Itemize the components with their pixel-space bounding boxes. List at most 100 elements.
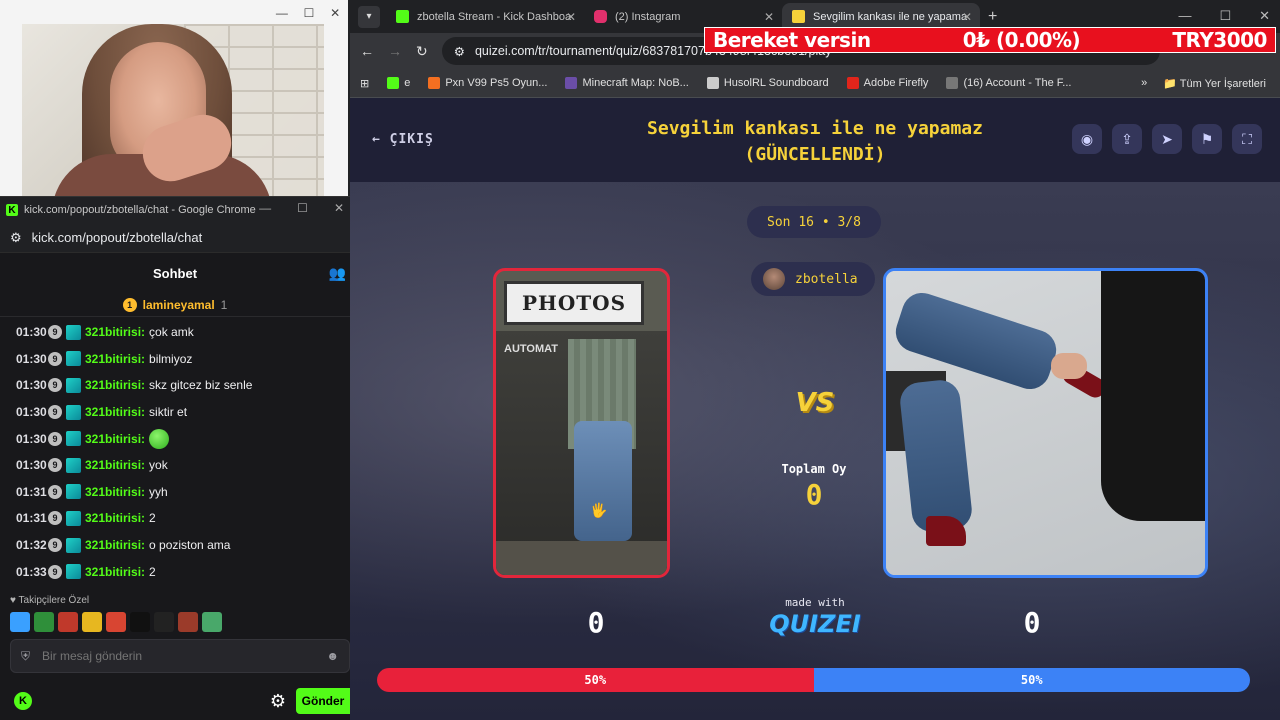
minimize-icon[interactable]: —	[1178, 8, 1191, 24]
quiz-title-line2: (GÜNCELLENDİ)	[744, 144, 886, 165]
user-badge-icon	[66, 404, 81, 420]
message-username[interactable]: 321bitirisi:	[85, 352, 145, 366]
donation-ticker-overlay: Bereket versin 0₺ (0.00%) TRY3000	[704, 27, 1276, 53]
bookmark-item[interactable]: (16) Account - The F...	[946, 77, 1071, 89]
quiz-page: ← ÇIKIŞ Sevgilim kankası ile ne yapamaz …	[350, 98, 1280, 720]
bookmark-item[interactable]: Pxn V99 Ps5 Oyun...	[428, 77, 547, 89]
quiz-title: Sevgilim kankası ile ne yapamaz (GÜNCELL…	[600, 116, 1030, 168]
send-button[interactable]: Gönder	[296, 688, 350, 714]
option-card-right[interactable]	[883, 268, 1208, 578]
minimize-icon[interactable]: —	[259, 201, 271, 215]
maximize-icon[interactable]: ☐	[297, 201, 308, 215]
bookmark-item[interactable]: e	[387, 77, 410, 89]
message-text: yyh	[149, 484, 168, 499]
site-settings-icon[interactable]: ⚙	[10, 230, 22, 246]
gear-icon[interactable]: ⚙	[270, 691, 286, 712]
message-username[interactable]: 321bitirisi:	[85, 325, 145, 339]
emote-icon[interactable]	[154, 611, 174, 632]
avatar	[763, 268, 785, 290]
message-username[interactable]: 321bitirisi:	[85, 458, 145, 472]
eye-icon[interactable]: ◉	[1072, 124, 1102, 154]
chat-message-input[interactable]	[42, 649, 315, 663]
total-votes-label: Toplam Oy	[781, 462, 847, 476]
emote-icon[interactable]	[10, 611, 30, 632]
message-text: çok amk	[149, 325, 194, 340]
option-card-left[interactable]: PHOTOS AUTOMAT	[493, 268, 670, 578]
maximize-icon[interactable]: ☐	[1219, 8, 1231, 24]
emote-section: ♥ Takipçilere Özel	[0, 585, 350, 632]
flag-icon[interactable]: ⚑	[1192, 124, 1222, 154]
emote-icon[interactable]	[106, 611, 126, 632]
message-text: 2	[149, 511, 156, 526]
chat-window-titlebar: K kick.com/popout/zbotella/chat - Google…	[0, 197, 350, 223]
bookmark-favicon-icon	[387, 77, 400, 89]
close-icon[interactable]: ✕	[330, 6, 340, 24]
message-username[interactable]: 321bitirisi:	[85, 378, 145, 392]
chat-input-container[interactable]: ⛨ ☻	[10, 639, 350, 673]
message-username[interactable]: 321bitirisi:	[85, 538, 145, 552]
vote-bar-left: 50%	[377, 668, 814, 692]
bookmark-item[interactable]: HusolRL Soundboard	[706, 77, 829, 89]
message-username[interactable]: 321bitirisi:	[85, 432, 145, 446]
forward-icon[interactable]: →	[388, 43, 402, 59]
user-badge-icon	[66, 431, 81, 447]
bookmark-item[interactable]: Adobe Firefly	[846, 77, 928, 89]
reload-icon[interactable]: ↻	[416, 43, 428, 60]
message-timestamp: 01:31	[16, 511, 47, 526]
instagram-favicon-icon	[594, 10, 607, 23]
top-gifter-user[interactable]: lamineyamal	[143, 298, 215, 312]
quizei-logo[interactable]: QUIZEI	[755, 610, 875, 638]
webcam-window-controls[interactable]: — ☐ ✕	[268, 6, 348, 24]
subscriber-badge: 9	[48, 351, 62, 366]
close-icon[interactable]: ✕	[334, 201, 344, 215]
close-icon[interactable]: ✕	[566, 10, 576, 24]
fullscreen-icon[interactable]: ⛶	[1232, 124, 1262, 154]
bookmarks-bar: ⊞ e Pxn V99 Ps5 Oyun... Minecraft Map: NoB…	[350, 69, 1280, 98]
user-badge-icon	[66, 457, 81, 473]
maximize-icon[interactable]: ☐	[304, 6, 315, 24]
bookmark-favicon-icon	[846, 77, 859, 89]
bookmark-label: (16) Account - The F...	[963, 77, 1072, 89]
chat-url[interactable]: kick.com/popout/zbotella/chat	[32, 230, 203, 245]
user-badge-icon	[66, 537, 81, 553]
user-badge-icon	[66, 564, 81, 580]
new-tab-button[interactable]: +	[988, 8, 997, 26]
bookmark-item[interactable]: Minecraft Map: NoB...	[565, 77, 689, 89]
subscriber-badge: 9	[48, 564, 62, 579]
back-icon[interactable]: ←	[360, 43, 374, 59]
message-timestamp: 01:33	[16, 564, 47, 579]
kick-logo-icon[interactable]: K	[14, 692, 32, 710]
exit-button[interactable]: ← ÇIKIŞ	[372, 132, 434, 147]
minimize-icon[interactable]: —	[276, 6, 288, 24]
message-username[interactable]: 321bitirisi:	[85, 511, 145, 525]
close-icon[interactable]: ✕	[764, 10, 774, 24]
chat-footer: K ⚙ Gönder	[0, 683, 350, 719]
tab-search-icon[interactable]: ▾	[358, 5, 380, 28]
emote-icon[interactable]	[202, 611, 222, 632]
webcam-video	[22, 24, 324, 196]
emote-icon[interactable]	[58, 611, 78, 632]
close-icon[interactable]: ✕	[1259, 8, 1270, 24]
all-bookmarks-folder[interactable]: 📁 Tüm Yer İşaretleri	[1163, 77, 1266, 90]
chat-url-bar[interactable]: ⚙ kick.com/popout/zbotella/chat	[0, 223, 350, 253]
close-icon[interactable]: ✕	[962, 10, 972, 24]
send-icon[interactable]: ➤	[1152, 124, 1182, 154]
tab-label: (2) Instagram	[615, 10, 681, 23]
top-gifter-banner[interactable]: 1 lamineyamal 1	[0, 293, 350, 317]
users-icon[interactable]: 👥	[329, 265, 346, 282]
subscriber-badge: 9	[48, 484, 62, 499]
emote-icon[interactable]	[178, 611, 198, 632]
apps-icon[interactable]: ⊞	[360, 77, 369, 90]
chat-message: 01:31 9 321bitirisi: 2	[16, 505, 350, 532]
site-info-icon[interactable]: ⚙	[454, 44, 465, 59]
emote-icon[interactable]	[82, 611, 102, 632]
message-username[interactable]: 321bitirisi:	[85, 565, 145, 579]
message-username[interactable]: 321bitirisi:	[85, 405, 145, 419]
share-icon[interactable]: ⇪	[1112, 124, 1142, 154]
message-username[interactable]: 321bitirisi:	[85, 485, 145, 499]
tab-kick-dashboard[interactable]: zbotella Stream - Kick Dashboa ✕	[386, 3, 584, 31]
emote-icon[interactable]	[34, 611, 54, 632]
emote-icon[interactable]	[130, 611, 150, 632]
more-bookmarks-icon[interactable]: »	[1141, 77, 1147, 90]
emoji-icon[interactable]: ☻	[326, 649, 339, 663]
